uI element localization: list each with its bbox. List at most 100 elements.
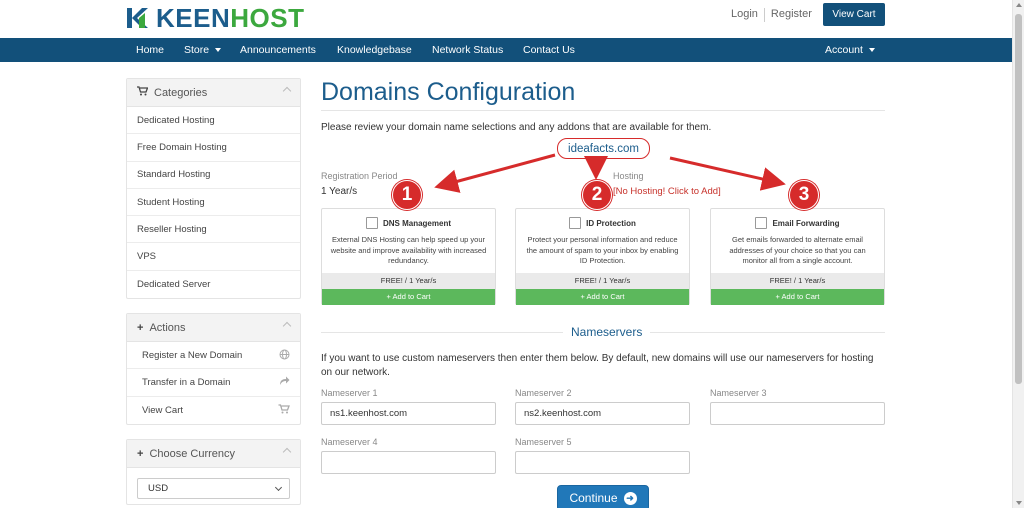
share-arrow-icon [279,376,290,389]
nameservers-text: If you want to use custom nameservers th… [321,353,874,378]
addon-id-protection: ID Protection Protect your personal info… [515,208,690,305]
page-scrollbar[interactable] [1012,0,1024,508]
addon-price: FREE! / 1 Year/s [711,273,884,289]
scroll-down-arrow-icon[interactable] [1016,501,1022,505]
category-item[interactable]: VPS [127,243,300,271]
addon-dns-management: DNS Management External DNS Hosting can … [321,208,496,305]
chevron-up-icon[interactable] [282,321,292,331]
nav-account[interactable]: Account [825,38,875,62]
category-item[interactable]: Standard Hosting [127,162,300,189]
top-links: Login Register [725,8,818,22]
addon-price: FREE! / 1 Year/s [516,273,689,289]
actions-panel: + Actions Register a New Domain Transfer… [126,313,301,425]
logo-text: KEENHOST [156,2,305,33]
currency-value: USD [148,483,169,494]
nav-account-label: Account [825,44,863,56]
categories-title: Categories [154,86,208,99]
addon-header: Email Forwarding [711,217,884,229]
nameserver-label: Nameserver 1 [321,388,378,398]
chevron-up-icon[interactable] [282,447,292,457]
addon-title: ID Protection [586,218,636,228]
nameserver-label: Nameserver 2 [515,388,572,398]
continue-label: Continue [569,491,618,505]
currency-header[interactable]: + Choose Currency [127,440,300,468]
nav-home[interactable]: Home [136,38,164,62]
register-link[interactable]: Register [765,8,818,22]
addon-description: External DNS Hosting can help speed up y… [330,235,487,265]
add-to-cart-button[interactable]: + Add to Cart [322,289,495,305]
cart-icon [278,403,290,417]
currency-panel: + Choose Currency USD [126,439,301,505]
chevron-up-icon[interactable] [282,86,292,96]
add-to-cart-button[interactable]: + Add to Cart [711,289,884,305]
addon-price: FREE! / 1 Year/s [322,273,495,289]
hosting-label: Hosting [613,171,644,181]
nav-store-label: Store [184,44,210,56]
domain-name: ideafacts.com [557,138,650,159]
action-transfer-domain[interactable]: Transfer in a Domain [127,369,300,397]
chevron-down-icon [868,48,875,53]
continue-button[interactable]: Continue ➜ [557,485,649,508]
action-register-domain[interactable]: Register a New Domain [127,342,300,370]
chevron-down-icon [215,48,222,53]
login-link[interactable]: Login [725,8,764,22]
nav-contact-us[interactable]: Contact Us [523,38,575,62]
category-item[interactable]: Student Hosting [127,189,300,217]
nav-knowledgebase[interactable]: Knowledgebase [337,38,412,62]
action-view-cart[interactable]: View Cart [127,397,300,424]
nameserver-label: Nameserver 5 [515,437,572,447]
page-title: Domains Configuration [321,78,576,106]
plus-icon: + [137,321,144,334]
nameserver-1-input[interactable]: ns1.keenhost.com [321,402,496,425]
currency-select[interactable]: USD [137,478,290,499]
action-label: Register a New Domain [142,349,243,361]
view-cart-button[interactable]: View Cart [823,3,885,26]
nameservers-title: Nameservers [563,325,651,339]
addon-checkbox[interactable] [569,217,582,229]
categories-panel: Categories Dedicated Hosting Free Domain… [126,78,301,300]
scroll-up-arrow-icon[interactable] [1016,3,1022,7]
annotation-badge: 2 [582,180,612,210]
nameserver-4-input[interactable] [321,451,496,474]
action-label: View Cart [142,404,184,416]
add-to-cart-button[interactable]: + Add to Cart [516,289,689,305]
addon-checkbox[interactable] [365,217,378,229]
category-item[interactable]: Dedicated Hosting [127,107,300,135]
addon-description: Protect your personal information and re… [526,235,679,265]
category-item[interactable]: Reseller Hosting [127,216,300,244]
annotation-badge: 3 [789,180,819,210]
scroll-thumb[interactable] [1015,14,1022,384]
add-hosting-link[interactable]: [No Hosting! Click to Add] [613,186,721,197]
nameserver-3-input[interactable] [710,402,885,425]
actions-title: Actions [149,321,186,334]
addon-title: DNS Management [382,218,451,228]
actions-header[interactable]: + Actions [127,314,300,342]
nameserver-label: Nameserver 4 [321,437,378,447]
nav-announcements[interactable]: Announcements [240,38,316,62]
globe-icon [279,349,290,363]
action-label: Transfer in a Domain [142,376,231,388]
divider [321,110,885,111]
logo-mark-icon [126,6,152,30]
page: KEENHOST Login Register View Cart Home S… [0,0,1024,508]
addon-checkbox[interactable] [755,217,768,229]
plus-icon: + [137,447,144,460]
nameserver-2-input[interactable]: ns2.keenhost.com [515,402,690,425]
intro-text: Please review your domain name selection… [321,122,712,133]
nav-store[interactable]: Store [184,38,222,62]
registration-period-value[interactable]: 1 Year/s [321,186,357,197]
nameserver-5-input[interactable] [515,451,690,474]
categories-header[interactable]: Categories [127,79,300,107]
category-item[interactable]: Free Domain Hosting [127,134,300,162]
currency-title: Choose Currency [149,447,236,460]
cart-icon [137,86,149,99]
category-item[interactable]: Dedicated Server [127,271,300,298]
main-navbar: Home Store Announcements Knowledgebase N… [0,38,1012,62]
registration-period-label: Registration Period [321,171,398,181]
addon-description: Get emails forwarded to alternate email … [729,235,866,265]
nameserver-label: Nameserver 3 [710,388,767,398]
nav-network-status[interactable]: Network Status [432,38,503,62]
addon-email-forwarding: Email Forwarding Get emails forwarded to… [710,208,885,305]
keenhost-logo[interactable]: KEENHOST [126,2,305,33]
addon-title: Email Forwarding [772,218,840,228]
